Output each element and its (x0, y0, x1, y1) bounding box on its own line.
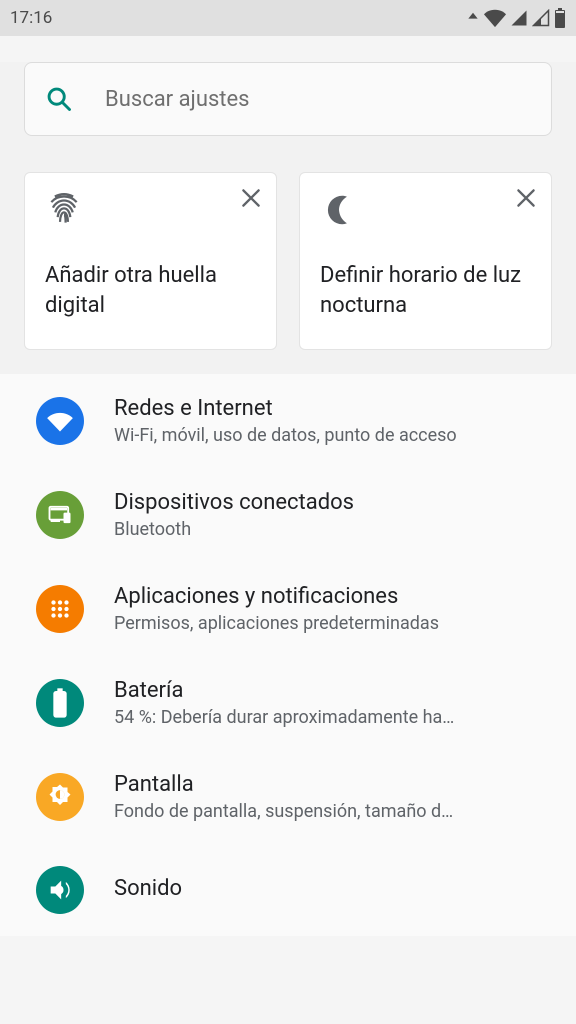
search-icon (45, 85, 73, 113)
battery-icon-bg (36, 679, 84, 727)
setting-title: Batería (114, 678, 552, 703)
setting-subtitle: 54 %: Debería durar aproximadamente ha… (114, 707, 552, 728)
settings-header-area: Buscar ajustes Añadir otra huella digita… (0, 62, 576, 374)
battery-status-icon (554, 8, 566, 28)
card-title: Añadir otra huella digital (45, 261, 256, 320)
setting-title: Pantalla (114, 772, 552, 797)
setting-battery[interactable]: Batería 54 %: Debería durar aproximadame… (0, 656, 576, 750)
status-bar: 17:16 (0, 0, 576, 36)
status-icons (466, 7, 566, 29)
setting-connected-devices[interactable]: Dispositivos conectados Bluetooth (0, 468, 576, 562)
setting-subtitle: Wi-Fi, móvil, uso de datos, punto de acc… (114, 425, 552, 446)
moon-icon (320, 191, 358, 229)
apps-icon-bg (36, 585, 84, 633)
close-icon[interactable] (513, 185, 539, 211)
suggestion-night-light[interactable]: Definir horario de luz nocturna (299, 172, 552, 350)
status-time: 17:16 (10, 8, 52, 28)
setting-title: Redes e Internet (114, 396, 552, 421)
devices-icon (46, 501, 74, 529)
apps-grid-icon (47, 596, 73, 622)
devices-icon-bg (36, 491, 84, 539)
setting-display[interactable]: Pantalla Fondo de pantalla, suspensión, … (0, 750, 576, 844)
search-settings[interactable]: Buscar ajustes (24, 62, 552, 136)
close-icon[interactable] (238, 185, 264, 211)
setting-subtitle: Fondo de pantalla, suspensión, tamaño d… (114, 801, 552, 822)
fingerprint-icon (45, 191, 83, 229)
wifi-icon (46, 407, 74, 435)
sound-icon (46, 876, 74, 904)
signal-1-icon (510, 9, 528, 27)
wifi-status-icon (484, 7, 506, 29)
setting-title: Aplicaciones y notificaciones (114, 584, 552, 609)
settings-list: Redes e Internet Wi-Fi, móvil, uso de da… (0, 374, 576, 936)
display-icon-bg (36, 773, 84, 821)
sound-icon-bg (36, 866, 84, 914)
setting-subtitle: Permisos, aplicaciones predeterminadas (114, 613, 552, 634)
network-icon-bg (36, 397, 84, 445)
setting-title: Sonido (114, 876, 552, 901)
setting-apps-notifications[interactable]: Aplicaciones y notificaciones Permisos, … (0, 562, 576, 656)
suggestion-add-fingerprint[interactable]: Añadir otra huella digital (24, 172, 277, 350)
battery-icon (52, 688, 68, 718)
search-placeholder: Buscar ajustes (105, 87, 250, 112)
card-title: Definir horario de luz nocturna (320, 261, 531, 320)
setting-network[interactable]: Redes e Internet Wi-Fi, móvil, uso de da… (0, 374, 576, 468)
setting-subtitle: Bluetooth (114, 519, 552, 540)
brightness-icon (45, 782, 75, 812)
signal-2-icon (532, 9, 550, 27)
setting-sound[interactable]: Sonido (0, 844, 576, 936)
setting-title: Dispositivos conectados (114, 490, 552, 515)
suggestion-cards: Añadir otra huella digital Definir horar… (24, 172, 552, 350)
data-up-icon (466, 11, 480, 25)
